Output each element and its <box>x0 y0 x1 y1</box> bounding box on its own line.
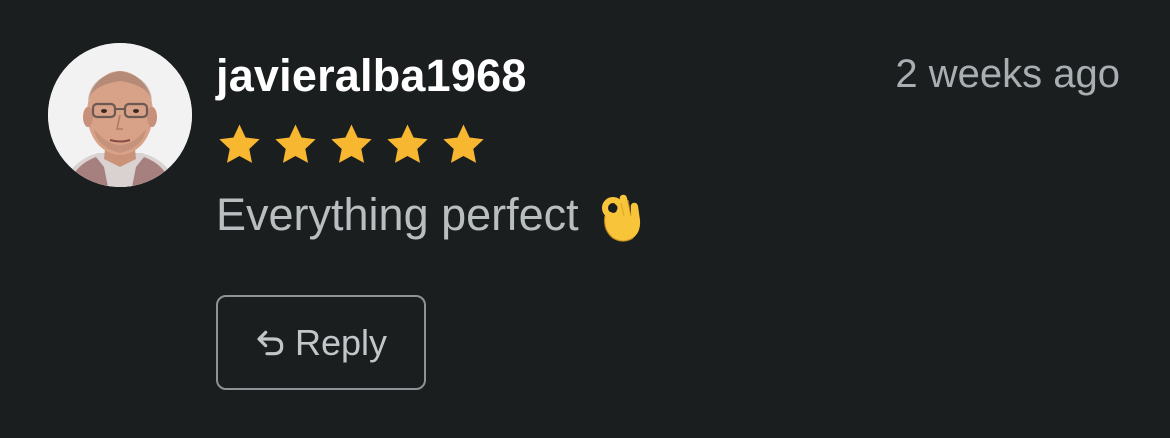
reply-arrow-icon <box>257 330 284 355</box>
star-icon <box>219 124 260 163</box>
review-card: javieralba1968 2 weeks ago Everything pe… <box>0 0 1170 438</box>
avatar-photo <box>48 43 192 187</box>
star-icon <box>275 124 316 163</box>
reply-button-label: Reply <box>294 321 388 363</box>
review-comment: Everything perfect <box>216 186 647 244</box>
ok-hand-emoji-icon <box>601 194 640 242</box>
reply-button[interactable]: Reply <box>216 295 426 390</box>
username[interactable]: javieralba1968 <box>216 48 527 104</box>
star-icon <box>443 124 484 163</box>
user-avatar[interactable] <box>48 43 192 187</box>
star-icon <box>387 124 428 163</box>
review-timestamp: 2 weeks ago <box>895 52 1120 96</box>
review-comment-text: Everything perfect <box>216 189 579 240</box>
star-icon <box>331 124 372 163</box>
star-rating <box>216 121 487 171</box>
